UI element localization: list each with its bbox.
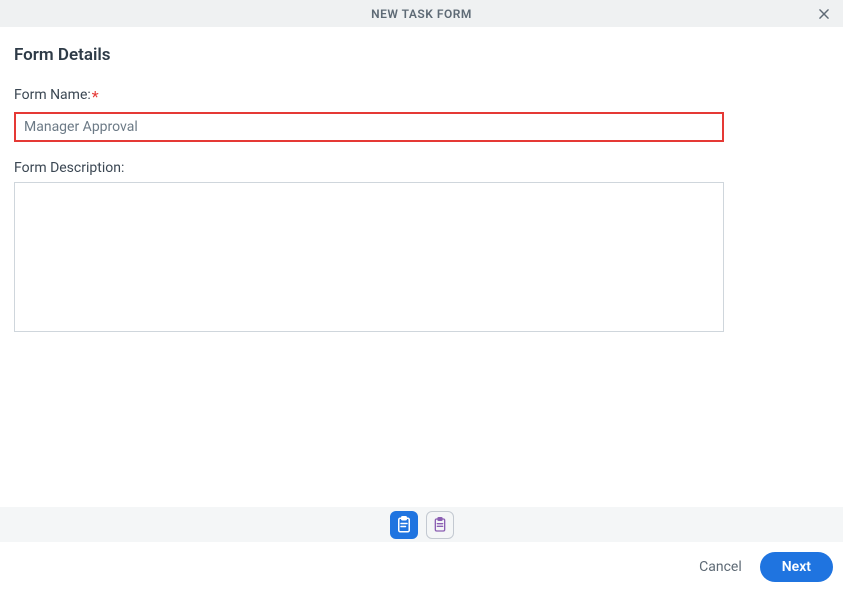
step-form-fields[interactable]	[426, 511, 454, 539]
form-content: Form Details Form Name:* Form Descriptio…	[0, 27, 843, 336]
modal-header: NEW TASK FORM	[0, 0, 843, 27]
form-name-label: Form Name:*	[14, 87, 829, 106]
next-button[interactable]: Next	[760, 552, 833, 582]
close-button[interactable]	[815, 5, 833, 23]
modal-footer: Cancel Next	[0, 542, 843, 592]
form-name-input[interactable]	[14, 112, 724, 142]
form-details-icon	[395, 516, 413, 534]
required-indicator: *	[92, 87, 99, 106]
step-indicator-bar	[0, 507, 843, 542]
form-fields-icon	[432, 517, 448, 533]
form-description-textarea[interactable]	[14, 182, 724, 332]
section-title: Form Details	[14, 45, 829, 65]
form-description-label: Form Description:	[14, 160, 829, 176]
modal-title: NEW TASK FORM	[371, 7, 472, 21]
cancel-button[interactable]: Cancel	[699, 559, 742, 575]
step-form-details[interactable]	[390, 511, 418, 539]
close-icon	[817, 7, 831, 21]
